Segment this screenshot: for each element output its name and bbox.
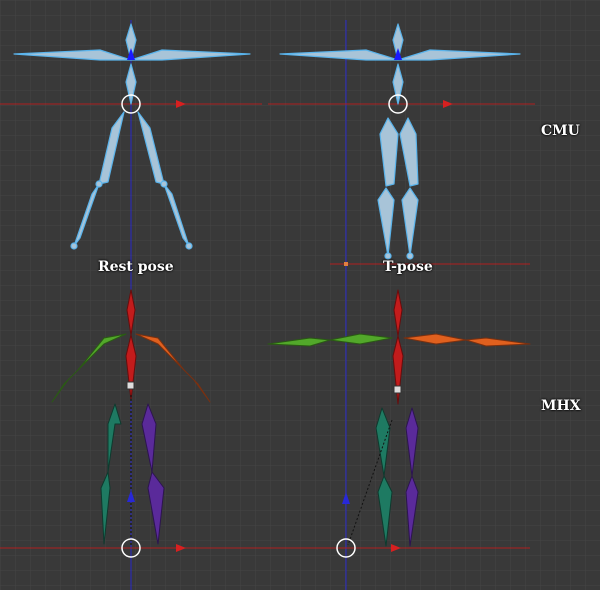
joint: [160, 180, 168, 188]
cmu-label: CMU: [541, 123, 580, 139]
t-pose-label: T-pose: [383, 259, 433, 275]
viewport-grid: [0, 0, 600, 590]
hip-marker: [126, 381, 135, 390]
joint: [70, 242, 78, 250]
3d-viewport[interactable]: [0, 0, 600, 590]
mhx-label: MHX: [541, 398, 581, 414]
origin-dot: [344, 262, 348, 266]
joint: [95, 180, 103, 188]
rest-pose-label: Rest pose: [98, 259, 174, 275]
joint: [185, 242, 193, 250]
hip-marker: [393, 385, 402, 394]
